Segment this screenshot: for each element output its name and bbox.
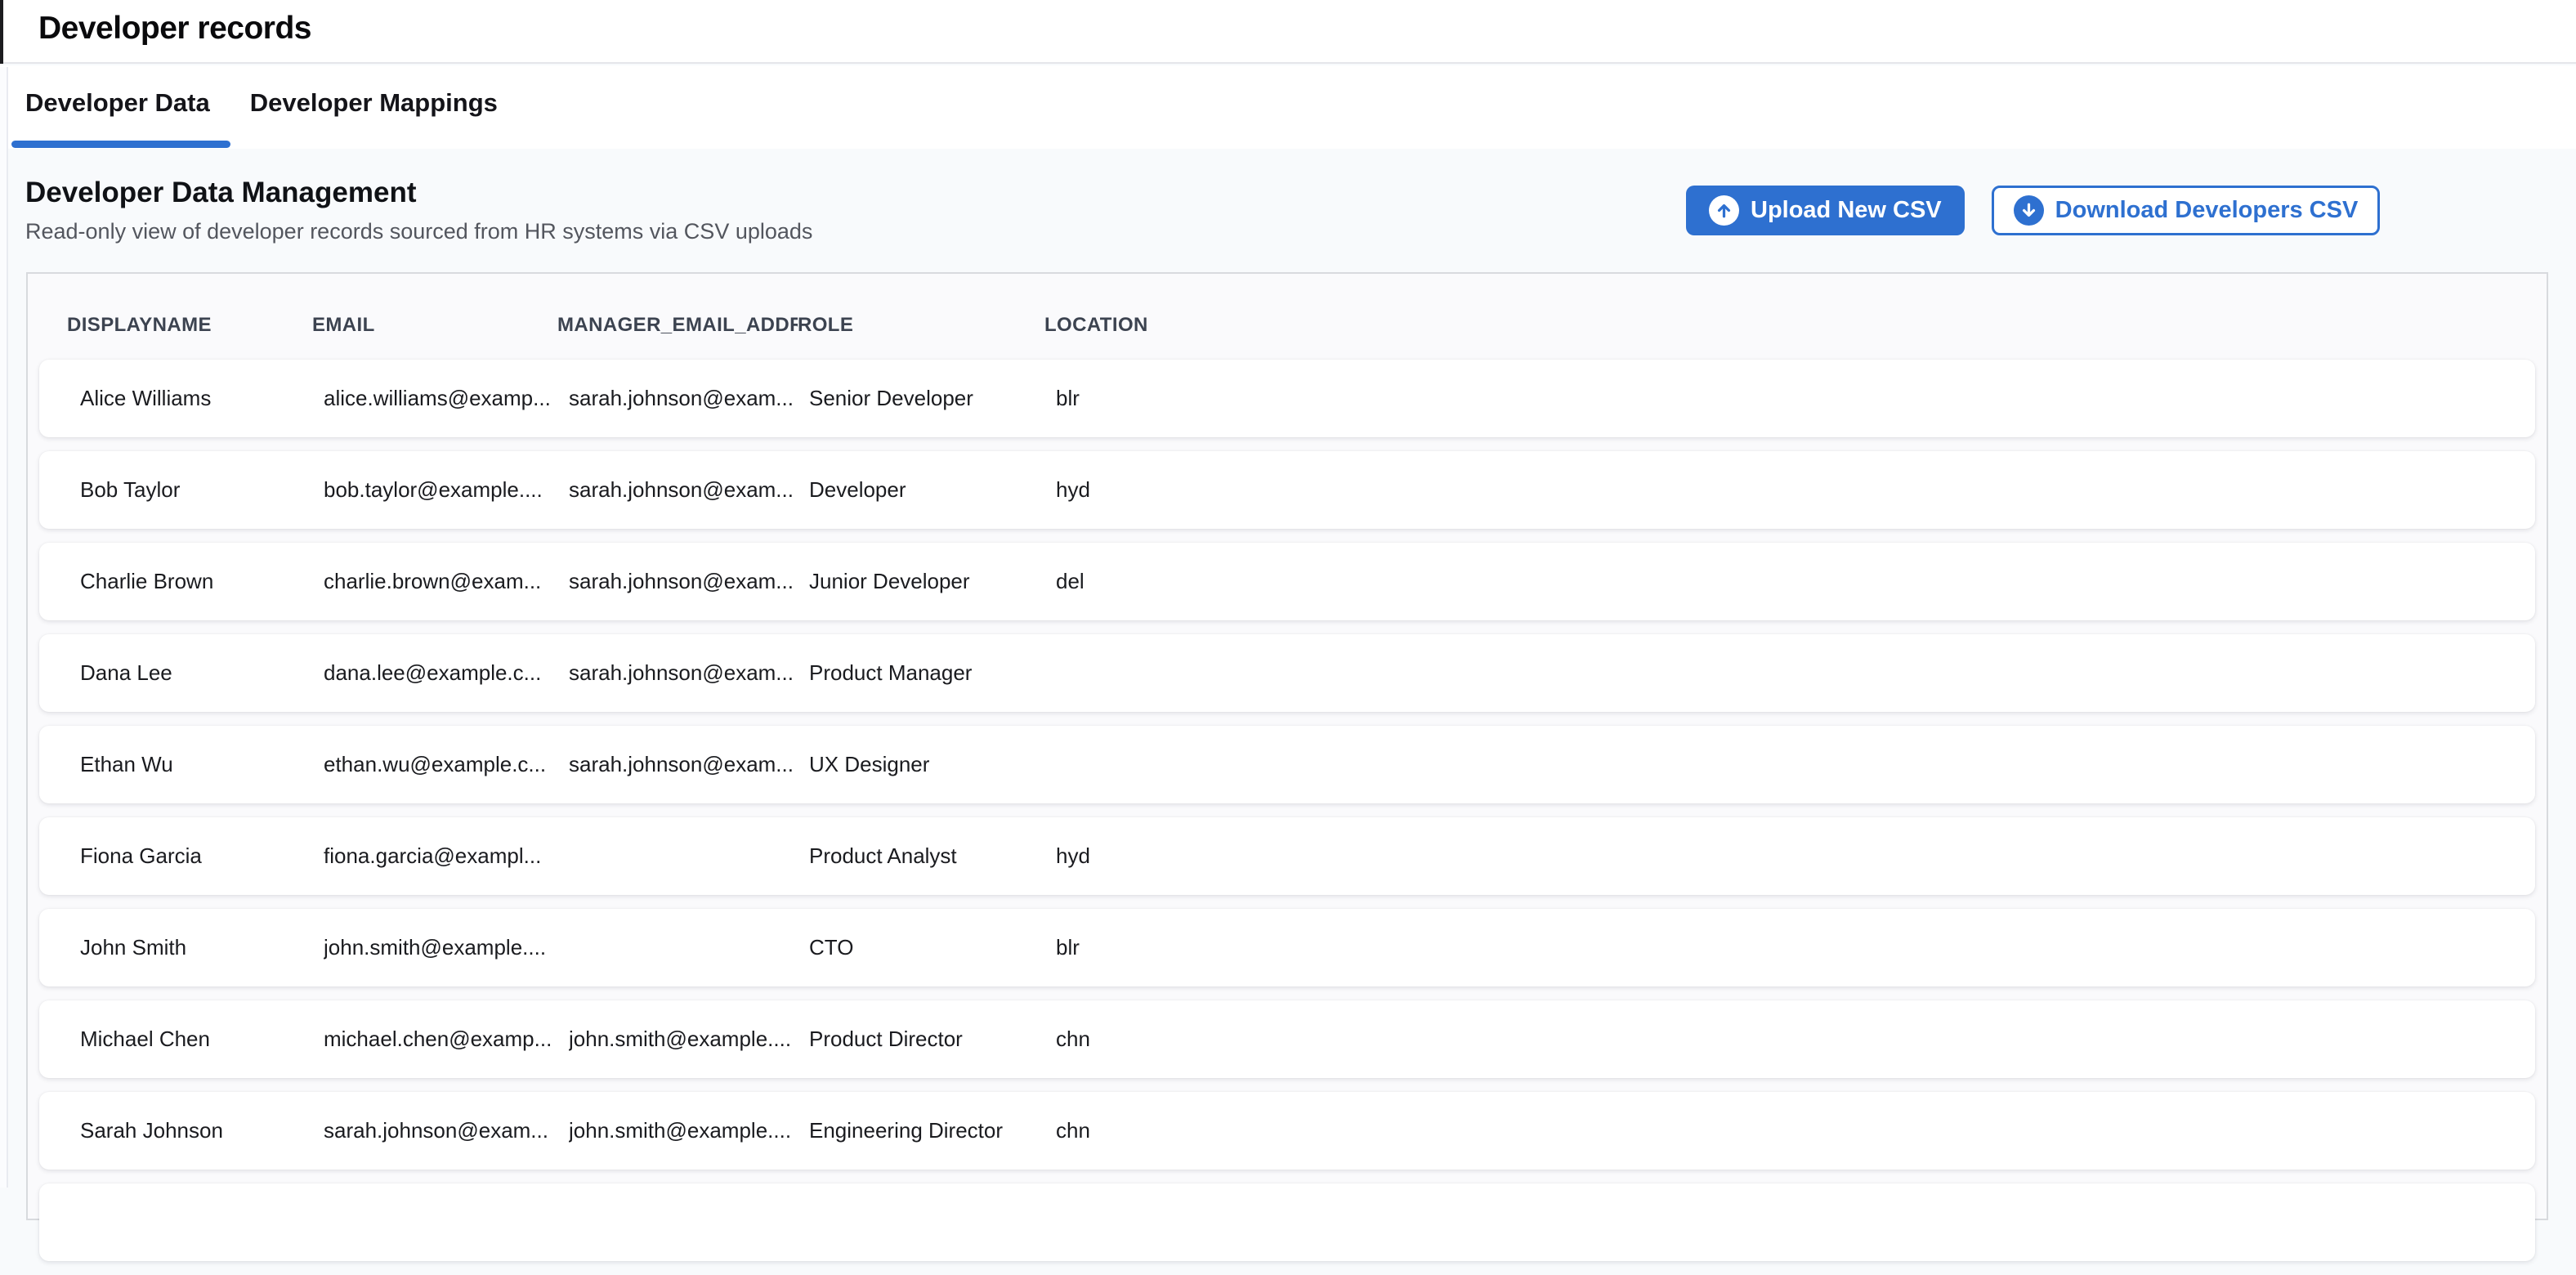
cell-email: charlie.brown@exam... <box>324 569 569 594</box>
section-subtitle: Read-only view of developer records sour… <box>25 219 812 244</box>
column-header-email: EMAIL <box>312 314 557 337</box>
page-title: Developer records <box>38 11 311 47</box>
cell-manager-email-address: sarah.johnson@exam... <box>569 477 809 503</box>
csv-action-buttons: Upload New CSV Download Developers CSV <box>1686 186 2380 235</box>
tab-developer-mappings[interactable]: Developer Mappings <box>250 88 498 118</box>
upload-new-csv-button[interactable]: Upload New CSV <box>1686 186 1965 235</box>
column-header-displayname: DISPLAYNAME <box>67 314 312 337</box>
cell-displayname: Alice Williams <box>80 386 324 411</box>
cell-email: alice.williams@examp... <box>324 386 569 411</box>
left-edge-divider <box>0 0 3 64</box>
section-title: Developer Data Management <box>25 177 416 209</box>
upload-button-label: Upload New CSV <box>1751 197 1942 224</box>
cell-displayname: Dana Lee <box>80 660 324 686</box>
cell-displayname: Ethan Wu <box>80 752 324 777</box>
column-header-manager-email-address: MANAGER_EMAIL_ADDRE... <box>557 314 798 337</box>
cell-location: chn <box>1056 1027 2535 1052</box>
table-row-partial <box>39 1183 2535 1261</box>
table-header: DISPLAYNAMEEMAILMANAGER_EMAIL_ADDRE...RO… <box>28 274 2547 360</box>
table-row: Bob Taylorbob.taylor@example....sarah.jo… <box>39 451 2535 529</box>
cell-displayname: John Smith <box>80 935 324 960</box>
cell-manager-email-address: john.smith@example.... <box>569 1118 809 1143</box>
cell-email: ethan.wu@example.c... <box>324 752 569 777</box>
cell-email: sarah.johnson@exam... <box>324 1118 569 1143</box>
cell-email: fiona.garcia@exampl... <box>324 843 569 869</box>
table-row: Sarah Johnsonsarah.johnson@exam...john.s… <box>39 1092 2535 1170</box>
cell-manager-email-address: sarah.johnson@exam... <box>569 569 809 594</box>
circle-arrow-down-icon <box>2014 195 2044 226</box>
cell-manager-email-address: sarah.johnson@exam... <box>569 660 809 686</box>
cell-manager-email-address: john.smith@example.... <box>569 1027 809 1052</box>
table-row: John Smithjohn.smith@example.... CTOblr <box>39 909 2535 986</box>
cell-displayname: Bob Taylor <box>80 477 324 503</box>
cell-role: Product Analyst <box>809 843 1056 869</box>
cell-role: Senior Developer <box>809 386 1056 411</box>
cell-location: hyd <box>1056 477 2535 503</box>
download-developers-csv-button[interactable]: Download Developers CSV <box>1992 186 2381 235</box>
table-row: Dana Leedana.lee@example.c...sarah.johns… <box>39 634 2535 712</box>
tab-bar: Developer Data Developer Mappings <box>0 65 2576 149</box>
cell-role: Product Manager <box>809 660 1056 686</box>
cell-location: del <box>1056 569 2535 594</box>
cell-email: bob.taylor@example.... <box>324 477 569 503</box>
cell-location: hyd <box>1056 843 2535 869</box>
table-row: Ethan Wuethan.wu@example.c...sarah.johns… <box>39 726 2535 803</box>
cell-role: Junior Developer <box>809 569 1056 594</box>
cell-email: michael.chen@examp... <box>324 1027 569 1052</box>
cell-location: chn <box>1056 1118 2535 1143</box>
tab-developer-data[interactable]: Developer Data <box>25 88 210 118</box>
active-tab-indicator <box>11 141 230 148</box>
cell-displayname: Sarah Johnson <box>80 1118 324 1143</box>
developer-table: DISPLAYNAMEEMAILMANAGER_EMAIL_ADDRE...RO… <box>26 272 2548 1220</box>
cell-displayname: Charlie Brown <box>80 569 324 594</box>
circle-arrow-up-icon <box>1709 195 1739 226</box>
column-header-role: ROLE <box>798 314 1044 337</box>
cell-role: Engineering Director <box>809 1118 1056 1143</box>
cell-email: john.smith@example.... <box>324 935 569 960</box>
title-bar: Developer records <box>0 0 2576 64</box>
panel-left-edge <box>0 67 8 1188</box>
table-row: Charlie Browncharlie.brown@exam...sarah.… <box>39 543 2535 620</box>
table-row: Michael Chenmichael.chen@examp...john.sm… <box>39 1000 2535 1078</box>
cell-location: blr <box>1056 935 2535 960</box>
table-rows: Alice Williamsalice.williams@examp...sar… <box>39 360 2535 1275</box>
cell-manager-email-address: sarah.johnson@exam... <box>569 386 809 411</box>
cell-role: Developer <box>809 477 1056 503</box>
cell-role: UX Designer <box>809 752 1056 777</box>
cell-role: Product Director <box>809 1027 1056 1052</box>
column-header-location: LOCATION <box>1044 314 2547 337</box>
cell-email: dana.lee@example.c... <box>324 660 569 686</box>
cell-role: CTO <box>809 935 1056 960</box>
table-row: Alice Williamsalice.williams@examp...sar… <box>39 360 2535 437</box>
cell-displayname: Michael Chen <box>80 1027 324 1052</box>
cell-manager-email-address: sarah.johnson@exam... <box>569 752 809 777</box>
download-button-label: Download Developers CSV <box>2055 197 2359 224</box>
cell-displayname: Fiona Garcia <box>80 843 324 869</box>
cell-location: blr <box>1056 386 2535 411</box>
table-row: Fiona Garciafiona.garcia@exampl... Produc… <box>39 817 2535 895</box>
